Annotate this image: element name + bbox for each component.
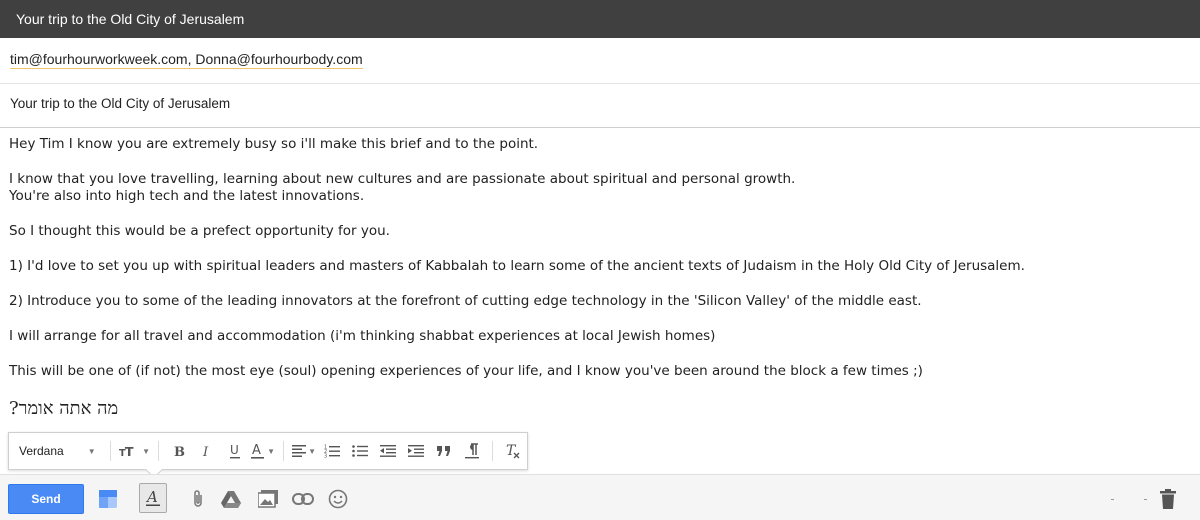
- body-paragraph: I will arrange for all travel and accomm…: [9, 328, 716, 344]
- svg-text:I: I: [202, 445, 209, 458]
- compose-action-bar: Send A: [0, 474, 1200, 520]
- subject-input[interactable]: Your trip to the Old City of Jerusalem: [10, 96, 230, 111]
- font-family-select[interactable]: Verdana ▼: [19, 444, 104, 458]
- bold-icon[interactable]: B: [167, 439, 191, 463]
- remove-formatting-icon[interactable]: T: [501, 439, 525, 463]
- link-icon[interactable]: [290, 486, 316, 512]
- divider-dash: [1144, 499, 1147, 500]
- compose-title: Your trip to the Old City of Jerusalem: [16, 11, 245, 27]
- recipient-list[interactable]: tim@fourhourworkweek.com, Donna@fourhour…: [10, 51, 363, 69]
- body-paragraph: So I thought this would be a prefect opp…: [9, 223, 390, 239]
- attach-icon[interactable]: [185, 486, 211, 512]
- bulleted-list-icon[interactable]: [348, 439, 372, 463]
- svg-text:A: A: [252, 443, 261, 458]
- message-body[interactable]: Hey Tim I know you are extremely busy so…: [9, 136, 1189, 398]
- align-icon[interactable]: ▼: [292, 439, 316, 463]
- quote-icon[interactable]: [432, 439, 456, 463]
- text-color-icon[interactable]: A ▼: [251, 439, 275, 463]
- hebrew-line: ?מה אתה אומר: [9, 398, 119, 419]
- font-size-icon[interactable]: TT ▼: [119, 439, 150, 463]
- toolbar-divider: [283, 441, 285, 461]
- body-paragraph: 2) Introduce you to some of the leading …: [9, 293, 922, 309]
- chevron-down-icon: ▼: [142, 446, 151, 456]
- formatting-toolbar: Verdana ▼ TT ▼ B I U A ▼ ▼ 123 T: [8, 432, 528, 479]
- svg-text:U: U: [230, 443, 239, 457]
- svg-text:3: 3: [324, 454, 327, 459]
- recipients-field[interactable]: tim@fourhourworkweek.com, Donna@fourhour…: [0, 38, 1200, 84]
- compose-title-bar[interactable]: Your trip to the Old City of Jerusalem: [0, 0, 1200, 38]
- divider-dash: [1111, 499, 1114, 500]
- body-paragraph: Hey Tim I know you are extremely busy so…: [9, 136, 539, 152]
- svg-text:B: B: [174, 445, 185, 458]
- subject-field[interactable]: Your trip to the Old City of Jerusalem: [0, 85, 1200, 128]
- toolbar-divider: [492, 441, 494, 461]
- chevron-down-icon: ▼: [87, 446, 96, 456]
- canned-icon[interactable]: [95, 486, 121, 512]
- rtl-icon[interactable]: [460, 439, 484, 463]
- font-family-label: Verdana: [19, 444, 64, 458]
- svg-text:A: A: [145, 489, 158, 506]
- toolbar-divider: [158, 441, 160, 461]
- chevron-down-icon: ▼: [308, 446, 316, 456]
- body-paragraph: This will be one of (if not) the most ey…: [9, 363, 923, 379]
- indent-more-icon[interactable]: [404, 439, 428, 463]
- underline-icon[interactable]: U: [223, 439, 247, 463]
- trash-icon[interactable]: [1155, 486, 1181, 512]
- photo-icon[interactable]: [255, 486, 281, 512]
- toolbar-divider: [109, 441, 111, 461]
- italic-icon[interactable]: I: [195, 439, 219, 463]
- body-paragraph: You're also into high tech and the lates…: [9, 188, 365, 204]
- send-button[interactable]: Send: [8, 484, 84, 514]
- chevron-down-icon: ▼: [267, 446, 275, 456]
- numbered-list-icon[interactable]: 123: [320, 439, 344, 463]
- emoji-icon[interactable]: [325, 486, 351, 512]
- drive-icon[interactable]: [218, 486, 244, 512]
- svg-text:T: T: [125, 444, 134, 458]
- body-paragraph: 1) I'd love to set you up with spiritual…: [9, 258, 1025, 274]
- formatting-icon[interactable]: A: [139, 483, 167, 513]
- body-paragraph: I know that you love travelling, learnin…: [9, 171, 796, 187]
- indent-less-icon[interactable]: [376, 439, 400, 463]
- compose-window: Your trip to the Old City of Jerusalem t…: [0, 0, 1200, 520]
